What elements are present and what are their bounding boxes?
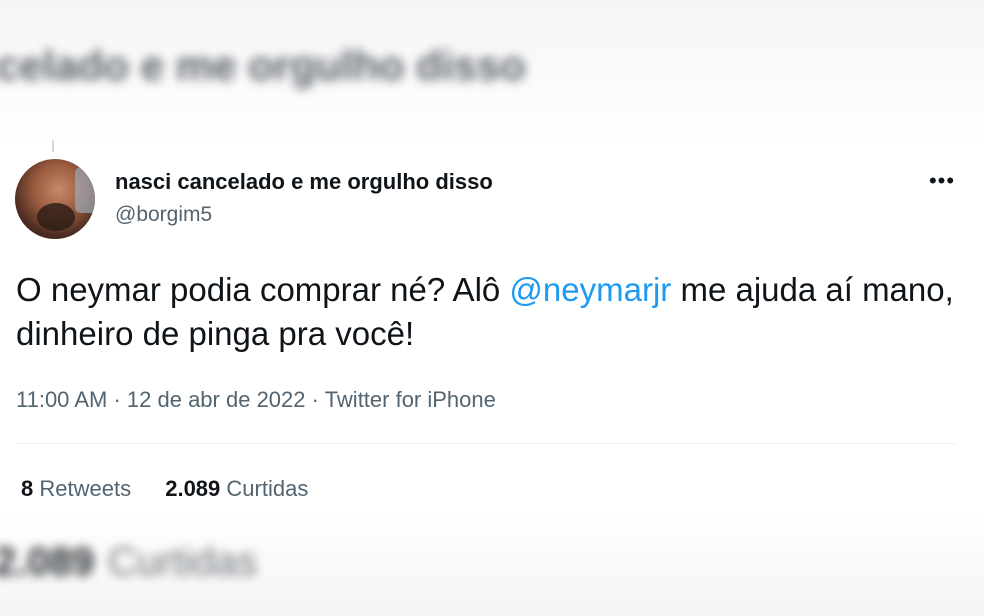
blurred-next-stats: 2.089 Curtidas (0, 540, 257, 585)
blurred-label: Curtidas (108, 540, 258, 584)
meta-separator: · (311, 387, 319, 412)
blurred-count: 2.089 (0, 540, 95, 584)
retweets-label: Retweets (39, 476, 132, 501)
tweet-date[interactable]: 12 de abr de 2022 (127, 387, 306, 412)
mention-link[interactable]: @neymarjr (509, 271, 671, 308)
likes-count: 2.089 (165, 476, 221, 501)
tweet-text: O neymar podia comprar né? Alô @neymarjr… (16, 268, 956, 356)
more-options-icon[interactable]: ••• (926, 166, 958, 196)
tweet-source[interactable]: Twitter for iPhone (325, 387, 496, 412)
thread-connector-line (52, 140, 54, 152)
blurred-previous-title: celado e me orgulho disso (0, 42, 526, 89)
retweets-count: 8 (21, 476, 34, 501)
tweet-text-part1: O neymar podia comprar né? Alô (16, 271, 510, 308)
avatar-background (75, 167, 95, 213)
likes-label: Curtidas (226, 476, 309, 501)
meta-separator: · (113, 387, 121, 412)
engagement-stats: 8 Retweets 2.089 Curtidas (21, 476, 336, 502)
divider (16, 443, 956, 444)
user-handle[interactable]: @borgim5 (115, 203, 212, 227)
avatar[interactable] (15, 159, 95, 239)
avatar-face-detail (37, 203, 75, 231)
likes-stat[interactable]: 2.089 Curtidas (165, 476, 308, 501)
display-name[interactable]: nasci cancelado e me orgulho disso (115, 169, 493, 195)
retweets-stat[interactable]: 8 Retweets (21, 476, 131, 501)
tweet-time[interactable]: 11:00 AM (16, 387, 107, 412)
tweet-metadata: 11:00 AM · 12 de abr de 2022 · Twitter f… (16, 387, 496, 413)
